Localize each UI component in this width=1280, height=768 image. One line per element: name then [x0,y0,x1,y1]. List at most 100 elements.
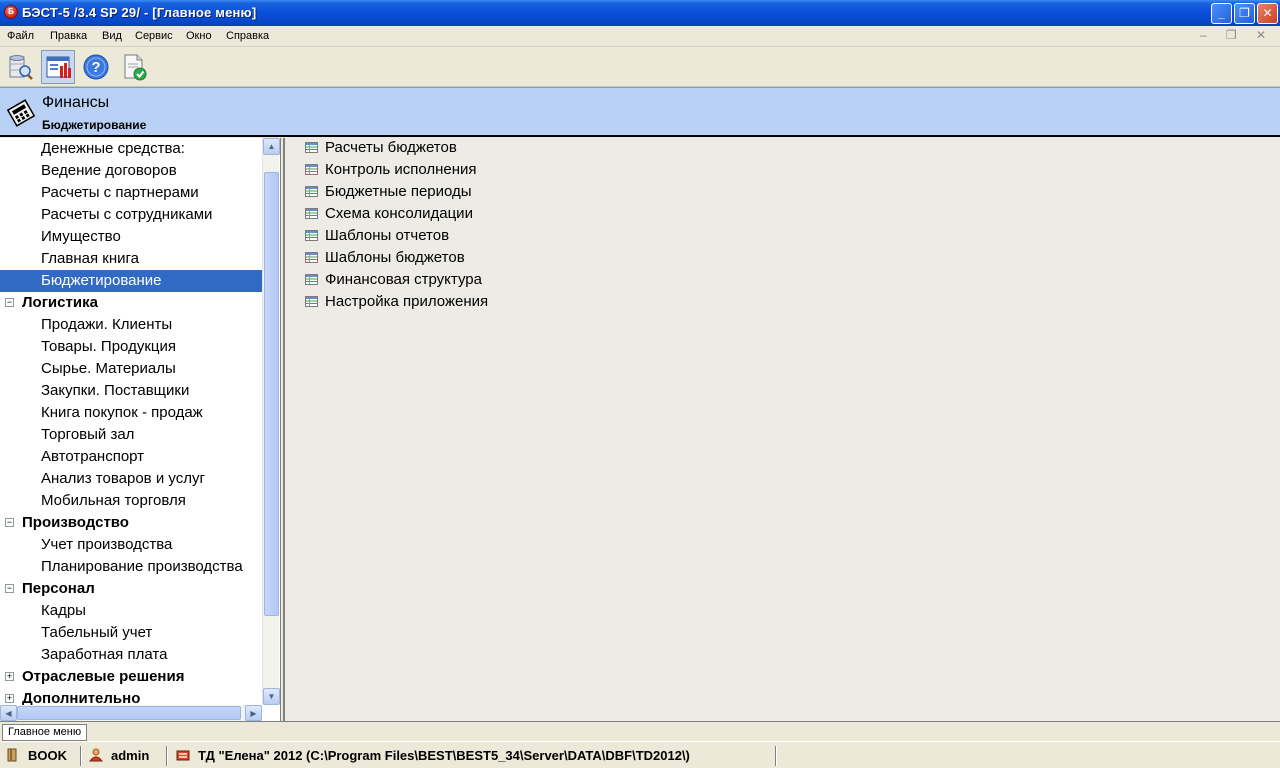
menu-help[interactable]: Справка [226,30,269,42]
tree-item[interactable]: Бюджетирование [0,270,262,292]
collapse-icon[interactable]: − [5,298,14,307]
tree-item[interactable]: Товары. Продукция [0,336,262,358]
status-separator [166,746,168,766]
tree-item[interactable]: Денежные средства: [0,138,262,160]
menu-file[interactable]: Файл [7,30,34,42]
tree-item[interactable]: Главная книга [0,248,262,270]
status-separator [80,746,82,766]
tree-item[interactable]: Заработная плата [0,644,262,666]
status-book: BOOK [6,747,67,765]
tree-item[interactable]: Расчеты с сотрудниками [0,204,262,226]
tree-group[interactable]: − Производство [0,512,262,534]
content-pane: Расчеты бюджетов Контроль исполнения Бюдже… [283,138,1280,721]
content-item[interactable]: Схема консолидации [305,203,473,225]
svg-text:?: ? [91,59,100,76]
mdi-window-controls[interactable]: – ❐ ✕ [1200,28,1274,42]
close-button[interactable]: ✕ [1257,3,1278,24]
tree-group[interactable]: − Логистика [0,292,262,314]
tree-horizontal-scrollbar[interactable]: ◀ ▶ [0,705,262,721]
navigation-tree[interactable]: Денежные средства: Ведение договоров Расче… [0,138,281,721]
status-user: admin [89,747,149,765]
content-item[interactable]: Шаблоны отчетов [305,225,449,247]
tree-item-label: Мобильная торговля [41,492,186,509]
toolbar: ? [0,47,1280,87]
status-database-label: ТД "Елена" 2012 (C:\Program Files\BEST\B… [198,748,690,763]
tree-item-label: Бюджетирование [41,272,162,289]
content-item-label: Бюджетные периоды [325,183,472,200]
tree-item[interactable]: Ведение договоров [0,160,262,182]
tree-item[interactable]: Имущество [0,226,262,248]
window-tab-strip: Главное меню [0,721,1280,741]
document-check-button[interactable] [117,50,151,84]
database-search-button[interactable] [3,50,37,84]
tree-item-label: Ведение договоров [41,162,177,179]
tree-item[interactable]: Планирование производства [0,556,262,578]
expand-icon[interactable]: + [5,672,14,681]
content-item[interactable]: Контроль исполнения [305,159,477,181]
scroll-up-button[interactable]: ▲ [263,138,280,155]
tab-main-menu[interactable]: Главное меню [2,724,88,741]
table-icon [305,296,318,307]
tree-item[interactable]: Анализ товаров и услуг [0,468,262,490]
tree-item[interactable]: Учет производства [0,534,262,556]
tree-item-label: Кадры [41,602,86,619]
tree-group[interactable]: + Отраслевые решения [0,666,262,688]
section-subtitle: Бюджетирование [42,118,147,132]
help-button[interactable]: ? [79,50,113,84]
tree-group[interactable]: − Персонал [0,578,262,600]
menu-window[interactable]: Окно [186,30,212,42]
tree-item[interactable]: Табельный учет [0,622,262,644]
user-icon [89,748,103,762]
calculator-icon [6,99,36,127]
menu-service[interactable]: Сервис [135,30,173,42]
tree-item-label: Производство [22,514,129,531]
content-item-label: Шаблоны отчетов [325,227,450,244]
section-header: Финансы Бюджетирование [0,87,1280,137]
tree-item[interactable]: Продажи. Клиенты [0,314,262,336]
document-check-icon [124,54,147,81]
content-item[interactable]: Шаблоны бюджетов [305,247,465,269]
tree-item-label: Автотранспорт [41,448,145,465]
tree-item-label: Денежные средства: [41,140,185,157]
main-window: Б БЭСТ-5 /3.4 SP 29/ - [Главное меню] _ … [0,0,1280,768]
tree-item[interactable]: Торговый зал [0,424,262,446]
content-item-label: Настройка приложения [325,293,489,310]
tree-item-label: Товары. Продукция [41,338,176,355]
scroll-right-button[interactable]: ▶ [245,705,262,721]
expand-icon[interactable]: + [5,694,14,703]
content-item[interactable]: Финансовая структура [305,269,482,291]
collapse-icon[interactable]: − [5,518,14,527]
restore-button[interactable]: ❐ [1234,3,1255,24]
content-item[interactable]: Бюджетные периоды [305,181,472,203]
menu-view[interactable]: Вид [102,30,122,42]
status-user-label: admin [111,748,150,763]
tree-item-label: Торговый зал [41,426,135,443]
scroll-left-button[interactable]: ◀ [0,705,17,721]
tree-item-label: Книга покупок - продаж [41,404,203,421]
main-menu-button[interactable] [41,50,75,84]
scroll-thumb[interactable] [264,172,279,616]
content-item[interactable]: Настройка приложения [305,291,488,313]
horizontal-scroll-thumb[interactable] [17,706,241,720]
tree-item-label: Табельный учет [41,624,153,641]
tree-vertical-scrollbar[interactable]: ▲ ▼ [262,138,280,705]
tree-item-label: Учет производства [41,536,173,553]
tree-item[interactable]: Книга покупок - продаж [0,402,262,424]
content-item[interactable]: Расчеты бюджетов [305,137,457,159]
tree-item[interactable]: Закупки. Поставщики [0,380,262,402]
minimize-button[interactable]: _ [1211,3,1232,24]
help-icon: ? [83,54,109,80]
tree-item[interactable]: Расчеты с партнерами [0,182,262,204]
status-book-label: BOOK [28,748,67,763]
collapse-icon[interactable]: − [5,584,14,593]
tree-item[interactable]: Кадры [0,600,262,622]
tree-item[interactable]: Сырье. Материалы [0,358,262,380]
table-icon [305,252,318,263]
menu-edit[interactable]: Правка [50,30,87,42]
title-bar[interactable]: Б БЭСТ-5 /3.4 SP 29/ - [Главное меню] _ … [0,0,1280,26]
app-logo-icon[interactable]: Б [4,5,18,19]
tree-item[interactable]: Мобильная торговля [0,490,262,512]
tree-item-label: Имущество [41,228,121,245]
tree-item[interactable]: Автотранспорт [0,446,262,468]
scroll-down-button[interactable]: ▼ [263,688,280,705]
